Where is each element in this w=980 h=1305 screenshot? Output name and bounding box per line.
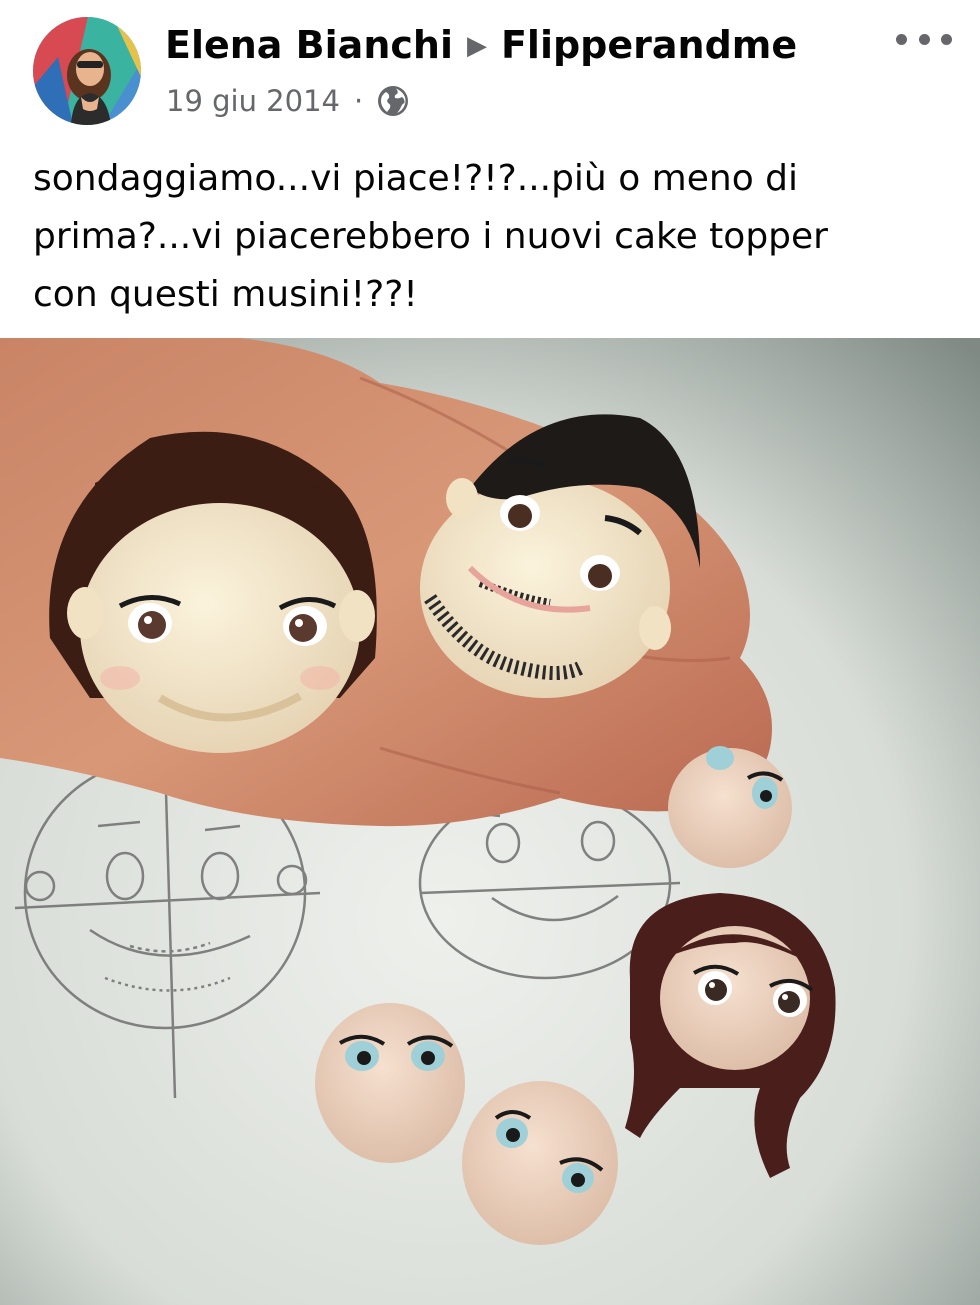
- author-line: Elena Bianchi ▶ Flipperandme: [165, 20, 797, 70]
- more-options-button[interactable]: [896, 26, 952, 52]
- post-text-line: prima?...vi piacerebbero i nuovi cake to…: [33, 216, 828, 257]
- more-options-icon: [896, 33, 907, 45]
- post-text-line: con questi musini!??!: [33, 274, 418, 315]
- post-date[interactable]: 19 giu 2014: [166, 84, 340, 118]
- post-photo[interactable]: [0, 338, 980, 1305]
- post-meta: 19 giu 2014 ·: [166, 80, 409, 122]
- post-header: Elena Bianchi ▶ Flipperandme 19 giu 2014…: [0, 0, 980, 140]
- triangle-right-icon: ▶: [466, 31, 487, 61]
- meta-separator: ·: [354, 84, 364, 118]
- photo-content: [0, 338, 980, 1305]
- author-avatar[interactable]: [33, 17, 141, 125]
- clay-face-small-2: [315, 1003, 465, 1163]
- post-text: sondaggiamo...vi piace!?!?...più o meno …: [33, 150, 948, 324]
- clay-face-small-3: [462, 1081, 618, 1245]
- author-name[interactable]: Elena Bianchi: [165, 23, 453, 67]
- target-group-name[interactable]: Flipperandme: [501, 23, 797, 67]
- post-text-line: sondaggiamo...vi piace!?!?...più o meno …: [33, 158, 799, 199]
- globe-icon: [378, 86, 409, 116]
- avatar-image: [33, 17, 141, 125]
